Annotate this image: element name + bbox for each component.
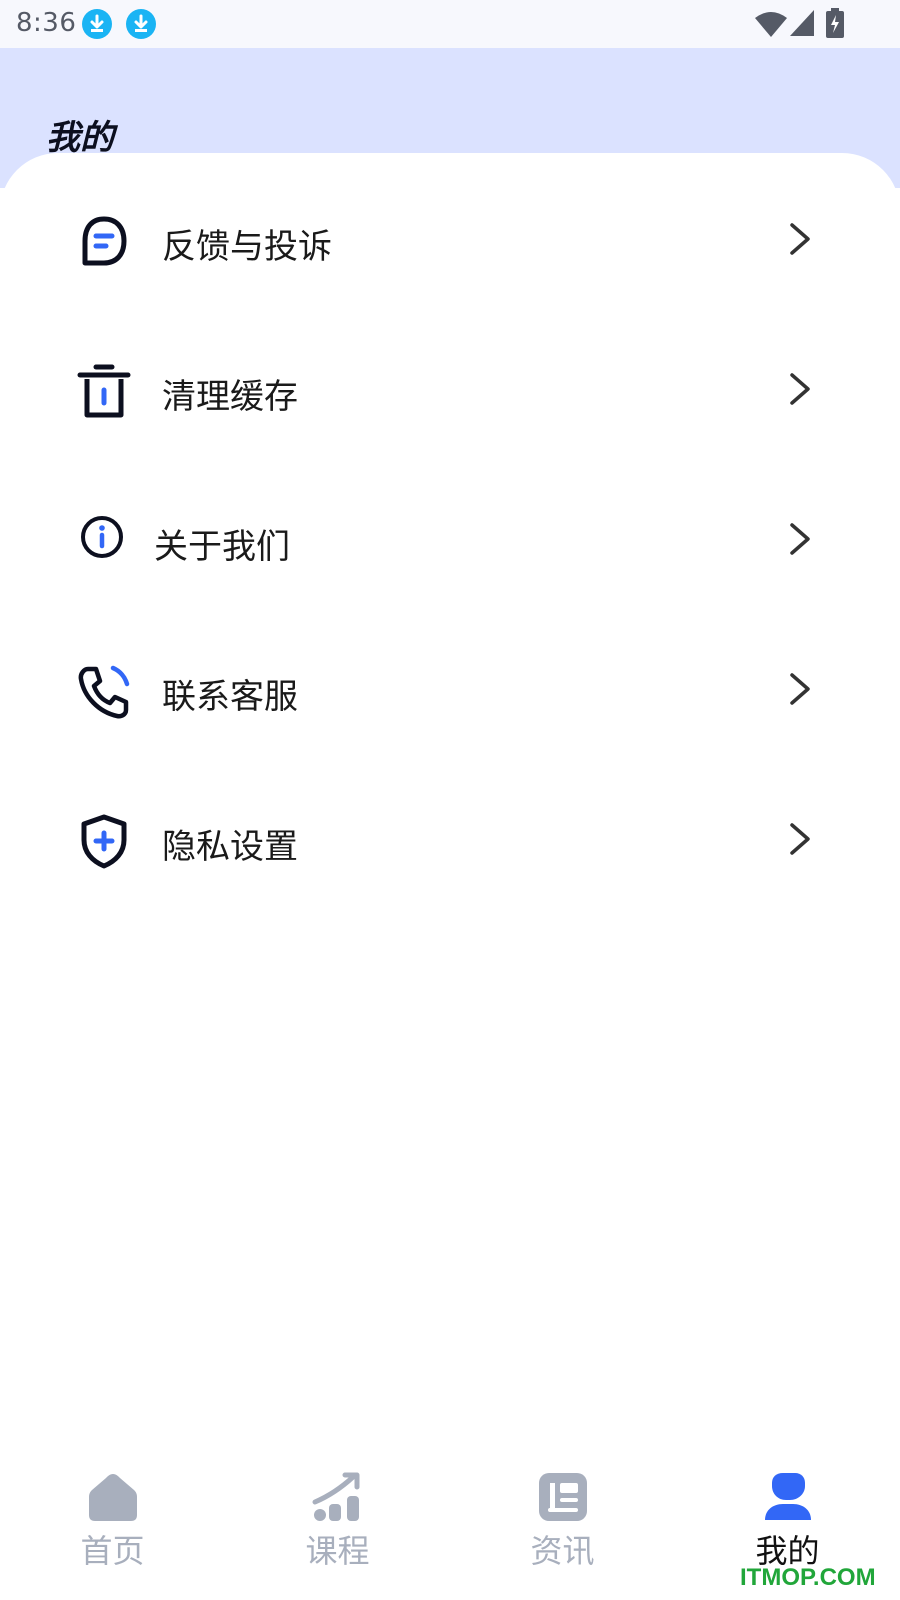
tab-news[interactable]: 资讯	[450, 1450, 675, 1600]
chart-up-icon	[312, 1472, 360, 1521]
tab-courses[interactable]: 课程	[225, 1450, 450, 1600]
menu-item-label: 隐私设置	[162, 827, 298, 867]
chevron-right-icon	[790, 823, 810, 855]
tab-label: 首页	[80, 1532, 145, 1570]
chevron-right-icon	[790, 373, 810, 405]
menu-item-clear-cache[interactable]: 清理缓存	[0, 333, 900, 443]
download-icon	[126, 9, 156, 39]
menu-item-label: 关于我们	[154, 527, 290, 567]
status-bar: 8:36	[0, 0, 900, 48]
menu-item-label: 反馈与投诉	[162, 227, 332, 267]
news-icon	[539, 1473, 587, 1521]
menu-item-label: 联系客服	[162, 677, 298, 717]
tab-label: 课程	[305, 1532, 370, 1570]
tab-home[interactable]: 首页	[0, 1450, 225, 1600]
tab-label: 资讯	[530, 1532, 595, 1570]
phone-icon	[78, 665, 130, 719]
menu-card: 反馈与投诉 清理缓存 关于我们 联系客服 隐私设置	[0, 153, 900, 1600]
wifi-icon	[755, 12, 787, 37]
menu-item-privacy-settings[interactable]: 隐私设置	[0, 783, 900, 893]
menu-item-customer-service[interactable]: 联系客服	[0, 633, 900, 743]
status-time: 8:36	[16, 8, 77, 38]
info-icon	[81, 516, 123, 558]
download-icon	[82, 9, 112, 39]
watermark: ITMOP.COM	[740, 1564, 876, 1591]
battery-charging-icon	[826, 8, 844, 38]
feedback-icon	[82, 216, 127, 266]
home-icon	[89, 1474, 137, 1521]
trash-icon	[77, 364, 131, 418]
menu-item-about-us[interactable]: 关于我们	[0, 483, 900, 593]
shield-icon	[81, 814, 127, 869]
menu-item-label: 清理缓存	[162, 377, 298, 417]
user-icon	[765, 1473, 811, 1520]
chevron-right-icon	[790, 523, 810, 555]
signal-icon	[790, 10, 814, 36]
page-title: 我的	[46, 118, 114, 158]
menu-item-feedback[interactable]: 反馈与投诉	[0, 183, 900, 293]
chevron-right-icon	[790, 673, 810, 705]
chevron-right-icon	[790, 223, 810, 255]
